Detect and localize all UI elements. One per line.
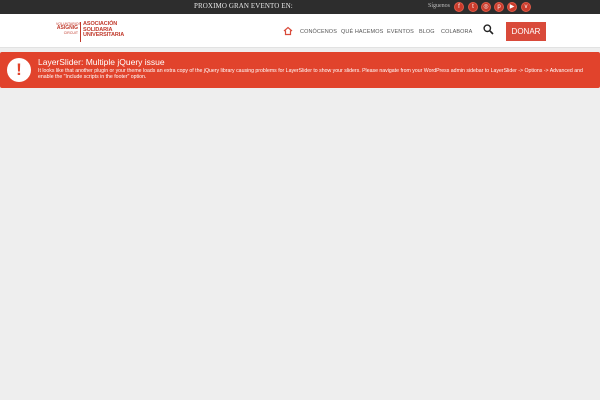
- nav-item-colabora[interactable]: COLABORA: [441, 29, 472, 35]
- nav-item-eventos[interactable]: EVENTOS: [387, 29, 414, 35]
- next-event-label: PROXIMO GRAN EVENTO EN:: [194, 2, 293, 10]
- vimeo-icon[interactable]: v: [521, 2, 531, 12]
- nav-item-que-hacemos[interactable]: QUÉ HACEMOS: [341, 29, 383, 35]
- top-bar: PROXIMO GRAN EVENTO EN: Síguenos f t ◎ p…: [0, 0, 600, 14]
- layerslider-alert: ! LayerSlider: Multiple jQuery issue It …: [0, 52, 600, 88]
- pinterest-icon[interactable]: p: [494, 2, 504, 12]
- logo-mark: VOLUNTARIOS ASIGNIG CIRCUIT: [56, 22, 81, 36]
- home-icon[interactable]: [283, 26, 293, 36]
- logo-divider: [80, 22, 81, 42]
- donate-button[interactable]: DONAR: [506, 22, 546, 41]
- instagram-icon[interactable]: ◎: [481, 2, 491, 12]
- alert-message: It looks like that another plugin or you…: [38, 68, 583, 81]
- logo-text: ASOCIACIÓN SOLIDARIA UNIVERSITARIA: [83, 21, 125, 39]
- site-header: VOLUNTARIOS ASIGNIG CIRCUIT ASOCIACIÓN S…: [0, 14, 600, 48]
- nav-item-blog[interactable]: BLOG: [419, 29, 435, 35]
- search-icon[interactable]: [483, 24, 494, 35]
- exclamation-icon: !: [7, 58, 31, 82]
- site-logo[interactable]: VOLUNTARIOS ASIGNIG CIRCUIT ASOCIACIÓN S…: [56, 21, 124, 44]
- youtube-icon[interactable]: ▶: [507, 2, 517, 12]
- follow-us-label: Síguenos: [428, 3, 451, 9]
- nav-item-conocenos[interactable]: CONÓCENOS: [300, 29, 337, 35]
- alert-title: LayerSlider: Multiple jQuery issue: [38, 57, 165, 67]
- twitter-icon[interactable]: t: [468, 2, 478, 12]
- facebook-icon[interactable]: f: [454, 2, 464, 12]
